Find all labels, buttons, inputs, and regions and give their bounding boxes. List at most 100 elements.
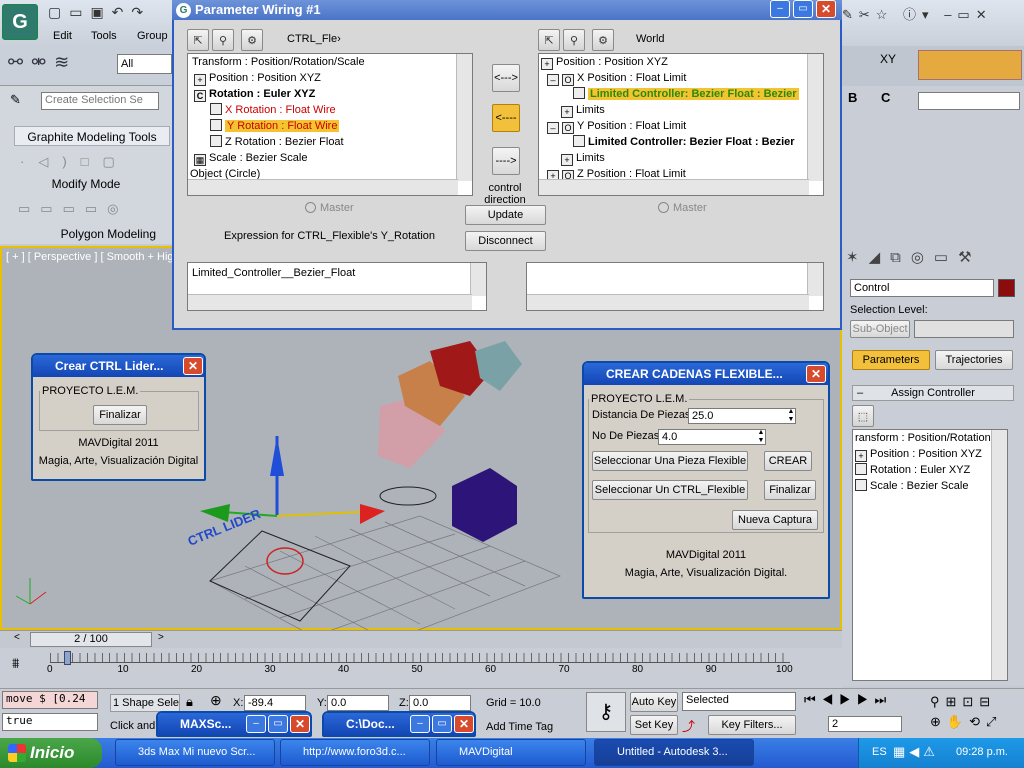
wire-both-directions-button[interactable]: <---> <box>492 64 520 92</box>
default-tangent-icon[interactable]: ⤴ <box>682 716 695 735</box>
left-expr-vscroll[interactable] <box>470 263 486 296</box>
doc-mini-minimize[interactable]: – <box>410 715 430 733</box>
no-piezas-field[interactable]: 4.0 <box>658 429 766 445</box>
doc-mini-window[interactable]: C:\Doc... – ▭ ✕ <box>322 711 476 737</box>
right-tree-find-icon[interactable]: ⚲ <box>563 29 585 51</box>
viewport-nav-icons[interactable]: ⚲⊞⊡⊟ ⊕✋⟲⤢ <box>930 692 1024 734</box>
maxscript-mini-window[interactable]: MAXSc... – ▭ ✕ <box>156 711 312 737</box>
tree-item[interactable]: Transform : Position/Rotation/Scale <box>192 54 365 70</box>
trackbar-icon[interactable]: ⩩ <box>12 655 19 672</box>
distancia-field[interactable]: 25.0 <box>688 408 796 424</box>
tree-item[interactable]: Z Rotation : Bezier Float <box>210 134 344 150</box>
left-tree-vscroll[interactable] <box>456 54 472 181</box>
playback-controls[interactable]: ⏮◀▶▶⏭ <box>804 692 920 712</box>
left-tree-hscroll[interactable] <box>188 179 458 195</box>
crear-ctrl-titlebar[interactable]: Crear CTRL Lider... <box>33 355 204 377</box>
doc-mini-close[interactable]: ✕ <box>454 715 474 733</box>
crear-ctrl-finalizar-button[interactable]: Finalizar <box>93 405 147 425</box>
y-coord-field[interactable]: 0.0 <box>327 695 389 711</box>
modeling-icons-row2[interactable]: ▭▭▭▭◎ <box>18 201 158 217</box>
taskbar-item-3dsmax-script[interactable]: 3ds Max Mi nuevo Scr... <box>115 739 275 766</box>
x-coord-field[interactable]: -89.4 <box>244 695 306 711</box>
assign-controller-tree[interactable]: ransform : Position/Rotation + Position :… <box>852 429 1008 681</box>
menu-group[interactable]: Group <box>137 30 168 42</box>
graphite-modeling-tools-tab[interactable]: Graphite Modeling Tools <box>14 126 170 146</box>
sub-object-button[interactable]: Sub-Object <box>850 320 910 338</box>
object-name-field[interactable]: Control <box>850 279 994 297</box>
tree-item[interactable]: ransform : Position/Rotation <box>855 430 991 446</box>
left-tree-find-icon[interactable]: ⚲ <box>212 29 234 51</box>
transform-mode-icon[interactable]: ⊕ <box>210 692 222 709</box>
assign-controller-rollout[interactable]: – Assign Controller <box>852 385 1014 401</box>
tree-item[interactable]: Scale : Bezier Scale <box>855 478 968 494</box>
z-coord-field[interactable]: 0.0 <box>409 695 471 711</box>
doc-mini-maximize[interactable]: ▭ <box>432 715 452 733</box>
lock-icon[interactable]: 🔒︎ <box>186 694 193 710</box>
taskbar-item-mavdigital[interactable]: MAVDigital <box>436 739 586 766</box>
close-button[interactable]: ✕ <box>816 0 836 18</box>
update-button[interactable]: Update <box>465 205 546 225</box>
modeling-icons-row1[interactable]: ·◁)□▢ <box>20 154 160 170</box>
maximize-button[interactable]: ▭ <box>793 0 813 18</box>
language-indicator[interactable]: ES <box>872 746 887 758</box>
create-selection-set-field[interactable]: Create Selection Se <box>41 92 159 110</box>
right-tree-vscroll[interactable] <box>807 54 823 181</box>
time-slider-thumb[interactable]: 2 / 100 <box>30 632 152 647</box>
tree-item[interactable]: – O X Position : Float Limit <box>547 70 686 86</box>
tree-item[interactable]: + Position : Position XYZ <box>855 446 982 462</box>
left-expr-hscroll[interactable] <box>188 294 472 310</box>
tree-item[interactable]: Rotation : Euler XYZ <box>855 462 970 478</box>
tree-item[interactable]: + Limits <box>561 150 605 166</box>
tree-item-y-rotation[interactable]: Y Rotation : Float Wire <box>210 118 340 134</box>
time-slider-prev[interactable]: < <box>14 632 20 643</box>
cadenas-finalizar-button[interactable]: Finalizar <box>764 480 816 500</box>
tree-item-x-rotation[interactable]: X Rotation : Float Wire <box>210 102 336 118</box>
right-expression-box[interactable] <box>526 262 824 311</box>
auto-key-button[interactable]: Auto Key <box>630 692 678 712</box>
no-piezas-spinner[interactable]: ▲ ▼ <box>756 429 766 445</box>
add-time-tag[interactable]: Add Time Tag <box>486 721 553 733</box>
assign-tree-vscroll[interactable] <box>991 430 1007 680</box>
left-tree-filter-icon[interactable]: ⚙ <box>241 29 263 51</box>
tray-icons[interactable]: ▦◀⚠ <box>893 744 939 760</box>
command-field[interactable] <box>918 92 1020 110</box>
top-right-icons[interactable]: ✎✂☆ ⓘ▾ –▭✕ <box>842 4 1022 24</box>
tab-trajectories[interactable]: Trajectories <box>935 350 1013 370</box>
axis-constraint-xy[interactable]: XY <box>880 52 896 66</box>
tree-item[interactable]: ▦ Scale : Bezier Scale <box>194 150 307 166</box>
select-abc-icon[interactable]: ✎ <box>10 92 32 114</box>
trackbar-ruler[interactable] <box>50 653 790 663</box>
left-expression-box[interactable]: Limited_Controller__Bezier_Float <box>187 262 487 311</box>
trackbar-current-frame[interactable] <box>64 651 71 665</box>
link-tools-icons[interactable]: ⚯⚮≋ <box>8 52 108 78</box>
set-key-mode-icon[interactable]: ⚷ <box>586 692 626 732</box>
distancia-spinner[interactable]: ▲ ▼ <box>786 408 796 424</box>
time-slider-next[interactable]: > <box>158 632 164 643</box>
disconnect-button[interactable]: Disconnect <box>465 231 546 251</box>
object-color-swatch[interactable] <box>998 279 1015 297</box>
maxscript-mini-maximize[interactable]: ▭ <box>268 715 288 733</box>
right-tree-hscroll[interactable] <box>539 179 809 195</box>
set-key-button[interactable]: Set Key <box>630 715 678 735</box>
right-tree-filter-icon[interactable]: ⚙ <box>592 29 614 51</box>
tree-item[interactable]: Limited Controller: Bezier Float : Bezie… <box>573 134 795 150</box>
sub-object-dropdown[interactable] <box>914 320 1014 338</box>
right-controller-tree[interactable]: + Position : Position XYZ – O X Position : … <box>538 53 824 196</box>
left-master-radio[interactable]: Master <box>305 202 354 214</box>
key-selection-dropdown[interactable]: Selected <box>682 692 796 711</box>
snap-toggle-icons[interactable] <box>918 50 1022 80</box>
tree-item[interactable]: C Rotation : Euler XYZ <box>194 86 315 102</box>
wire-left-direction-button[interactable]: <---- <box>492 104 520 132</box>
crear-cadenas-close-button[interactable]: ✕ <box>806 365 826 383</box>
tab-parameters[interactable]: Parameters <box>852 350 930 370</box>
quick-access-icons[interactable]: ▢▭▣↶↷ <box>48 4 173 24</box>
seleccionar-pieza-button[interactable]: Seleccionar Una Pieza Flexible <box>592 451 748 471</box>
max-app-logo[interactable]: G <box>2 4 38 40</box>
right-expr-vscroll[interactable] <box>807 263 823 296</box>
right-master-radio[interactable]: Master <box>658 202 707 214</box>
maxscript-mini-close[interactable]: ✕ <box>290 715 310 733</box>
tree-item[interactable]: + Position : Position XYZ <box>194 70 321 86</box>
key-filters-button[interactable]: Key Filters... <box>708 715 796 735</box>
command-panel-tabs[interactable]: ✶◢⧉◎▭⚒ <box>846 248 1022 272</box>
left-tree-up-icon[interactable]: ⇱ <box>187 29 209 51</box>
